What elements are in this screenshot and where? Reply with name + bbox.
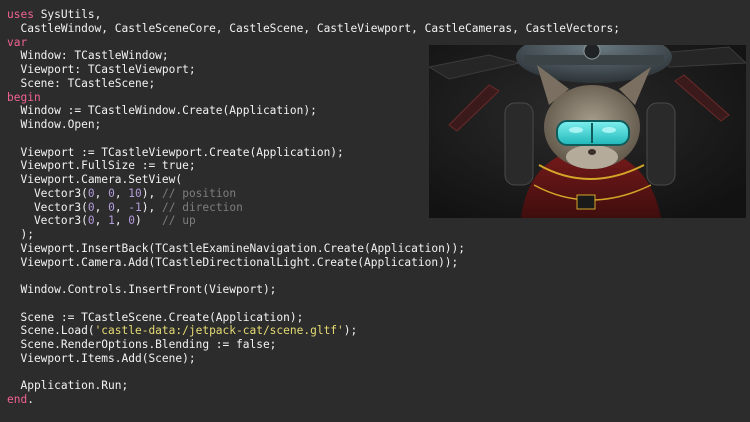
code-token-cm: // direction bbox=[162, 200, 243, 214]
code-token: Vector3( bbox=[7, 200, 88, 214]
code-token: ), bbox=[141, 186, 162, 200]
code-line: Scene.RenderOptions.Blending := false; bbox=[7, 338, 620, 352]
code-token: , bbox=[94, 186, 109, 200]
code-token: Viewport: TCastleViewport; bbox=[7, 63, 196, 76]
code-token: Viewport.InsertBack(TCastleExamineNaviga… bbox=[7, 241, 466, 255]
code-token-num: 0 bbox=[87, 186, 95, 200]
code-line: CastleWindow, CastleSceneCore, CastleSce… bbox=[7, 21, 620, 36]
code-token: Viewport := TCastleViewport.Create(Appli… bbox=[7, 145, 344, 159]
code-token-num: 0 bbox=[87, 214, 95, 228]
code-token-kw: begin bbox=[7, 90, 41, 104]
jetpack-cat-render bbox=[429, 45, 746, 218]
code-token: ) bbox=[135, 214, 162, 228]
code-token: ); bbox=[7, 228, 34, 241]
code-token: Scene := TCastleScene.Create(Application… bbox=[7, 310, 304, 324]
code-token: Vector3( bbox=[7, 186, 88, 200]
code-token: Scene.Load( bbox=[7, 324, 95, 338]
code-token: . bbox=[27, 393, 34, 406]
code-token: Viewport.Camera.SetView( bbox=[7, 173, 183, 186]
code-token-num: 0 bbox=[108, 186, 115, 200]
code-token: Scene.RenderOptions.Blending := false; bbox=[7, 338, 277, 351]
code-line: Scene := TCastleScene.Create(Application… bbox=[7, 311, 620, 325]
code-token-num: 0 bbox=[87, 200, 95, 214]
code-token: Window := TCastleWindow.Create(Applicati… bbox=[7, 104, 317, 118]
code-line: ); bbox=[7, 228, 620, 242]
code-token-kw: end bbox=[7, 393, 28, 406]
code-token-num: 1 bbox=[108, 214, 115, 228]
code-token: , bbox=[94, 200, 109, 214]
code-token: , bbox=[114, 214, 129, 228]
code-token: SysUtils, bbox=[33, 8, 102, 21]
code-token: , bbox=[114, 186, 129, 200]
code-line: uses SysUtils, bbox=[7, 8, 620, 22]
code-token: Window.Controls.InsertFront(Viewport); bbox=[7, 283, 277, 296]
code-token: ), bbox=[141, 200, 162, 214]
code-token-num: 10 bbox=[128, 186, 142, 200]
code-line: Scene.Load('castle-data:/jetpack-cat/sce… bbox=[7, 324, 620, 338]
code-token: , bbox=[114, 200, 129, 214]
code-token: Viewport.Items.Add(Scene); bbox=[7, 351, 196, 365]
code-token-cm: // position bbox=[162, 186, 237, 200]
code-token: Vector3( bbox=[7, 214, 88, 228]
code-token-kw: var bbox=[7, 35, 28, 49]
code-line: Viewport.InsertBack(TCastleExamineNaviga… bbox=[7, 242, 620, 256]
code-token-num: 0 bbox=[108, 200, 115, 214]
code-token: , bbox=[94, 214, 109, 228]
code-token-cm: // up bbox=[162, 214, 196, 228]
code-token: CastleWindow, CastleSceneCore, CastleSce… bbox=[7, 21, 620, 35]
code-token: Window.Open; bbox=[7, 118, 102, 131]
code-line: Window.Controls.InsertFront(Viewport); bbox=[7, 283, 620, 297]
code-token: Viewport.Camera.Add(TCastleDirectionalLi… bbox=[7, 255, 459, 269]
code-line: Viewport.Camera.Add(TCastleDirectionalLi… bbox=[7, 256, 620, 270]
code-token: Scene: TCastleScene; bbox=[7, 76, 156, 90]
3d-viewport-jetpack-cat[interactable] bbox=[429, 45, 746, 218]
code-token: ); bbox=[343, 324, 358, 338]
code-token: Window: TCastleWindow; bbox=[7, 49, 169, 63]
code-token-str: 'castle-data:/jetpack-cat/scene.gltf' bbox=[94, 324, 344, 338]
code-token-kw: uses bbox=[7, 8, 34, 21]
code-token-num: -1 bbox=[128, 200, 142, 214]
code-token: Application.Run; bbox=[7, 379, 129, 393]
code-token: Viewport.FullSize := true; bbox=[7, 159, 196, 173]
code-line: Viewport.Items.Add(Scene); bbox=[7, 352, 620, 366]
code-line: end. bbox=[7, 393, 620, 407]
code-line: Application.Run; bbox=[7, 379, 620, 393]
